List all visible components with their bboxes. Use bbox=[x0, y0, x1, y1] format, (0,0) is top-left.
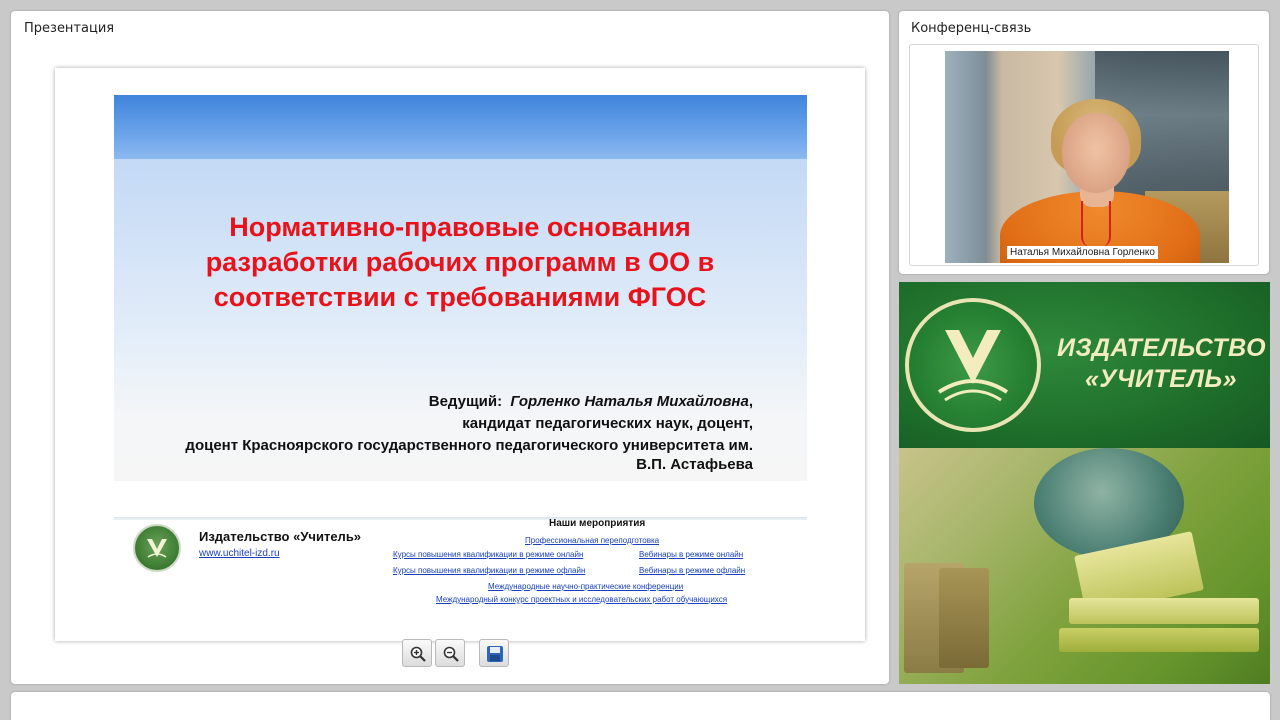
save-button[interactable] bbox=[479, 639, 509, 667]
publisher-banner: ИЗДАТЕЛЬСТВО «УЧИТЕЛЬ» bbox=[899, 282, 1270, 684]
conference-panel: Конференц-связь Наталья Михайловна Горле… bbox=[899, 11, 1269, 274]
banner-books-image bbox=[899, 448, 1270, 684]
conference-panel-title: Конференц-связь bbox=[911, 21, 1032, 36]
banner-publisher-line2: «УЧИТЕЛЬ» bbox=[1085, 365, 1238, 393]
publisher-logo-icon bbox=[133, 524, 181, 572]
video-background bbox=[945, 51, 985, 263]
event-link[interactable]: Вебинары в режиме офлайн bbox=[639, 566, 745, 575]
event-link[interactable]: Курсы повышения квалификации в режиме он… bbox=[393, 550, 583, 559]
participant-face bbox=[1062, 113, 1130, 193]
footer-site-link[interactable]: www.uchitel-izd.ru bbox=[199, 548, 280, 559]
book-image bbox=[1059, 628, 1259, 652]
slide-title-line: разработки рабочих программ в ОО в bbox=[205, 247, 715, 277]
banner-publisher-line1: ИЗДАТЕЛЬСТВО bbox=[1057, 334, 1267, 362]
event-link[interactable]: Международные научно-практические конфер… bbox=[488, 582, 683, 591]
participant-scarf bbox=[1081, 201, 1111, 247]
zoom-out-icon bbox=[443, 646, 459, 662]
event-link[interactable]: Профессиональная переподготовка bbox=[525, 536, 659, 545]
video-frame: Наталья Михайловна Горленко bbox=[909, 44, 1259, 266]
participant-video[interactable]: Наталья Михайловна Горленко bbox=[945, 51, 1229, 263]
event-link[interactable]: Международный конкурс проектных и исслед… bbox=[436, 595, 727, 604]
book-image bbox=[1069, 598, 1259, 624]
banner-top: ИЗДАТЕЛЬСТВО «УЧИТЕЛЬ» bbox=[899, 282, 1270, 448]
event-link[interactable]: Вебинары в режиме онлайн bbox=[639, 550, 743, 559]
presentation-slide: Нормативно-правовые основания разработки… bbox=[55, 68, 865, 641]
book-image bbox=[939, 568, 989, 668]
participant-name-label: Наталья Михайловна Горленко bbox=[1007, 246, 1158, 259]
events-heading: Наши мероприятия bbox=[549, 518, 646, 529]
save-icon bbox=[487, 646, 503, 662]
banner-logo-icon bbox=[905, 298, 1041, 432]
presenter-name: Горленко Наталья Михайловна bbox=[510, 393, 749, 410]
event-link[interactable]: Курсы повышения квалификации в режиме оф… bbox=[393, 566, 585, 575]
presenter-line: Ведущий: Горленко Наталья Михайловна, bbox=[428, 393, 753, 410]
presenter-degree: кандидат педагогических наук, доцент, bbox=[462, 415, 753, 432]
footer-publisher-name: Издательство «Учитель» bbox=[199, 529, 362, 544]
zoom-in-button[interactable] bbox=[402, 639, 432, 667]
slide-title-line: Нормативно-правовые основания bbox=[229, 212, 691, 242]
slide-title-line: соответствии с требованиями ФГОС bbox=[213, 282, 707, 312]
slide-header-band bbox=[114, 95, 807, 159]
presenter-label: Ведущий: bbox=[428, 393, 503, 410]
zoom-out-button[interactable] bbox=[435, 639, 465, 667]
presentation-panel-title: Презентация bbox=[24, 21, 115, 36]
slide-title: Нормативно-правовые основания разработки… bbox=[135, 210, 785, 315]
presenter-university: В.П. Астафьева bbox=[636, 456, 753, 473]
slide-footer-divider bbox=[114, 517, 807, 520]
presentation-panel: Презентация Нормативно-правовые основани… bbox=[11, 11, 889, 684]
bottom-panel bbox=[11, 692, 1270, 720]
zoom-in-icon bbox=[410, 646, 426, 662]
